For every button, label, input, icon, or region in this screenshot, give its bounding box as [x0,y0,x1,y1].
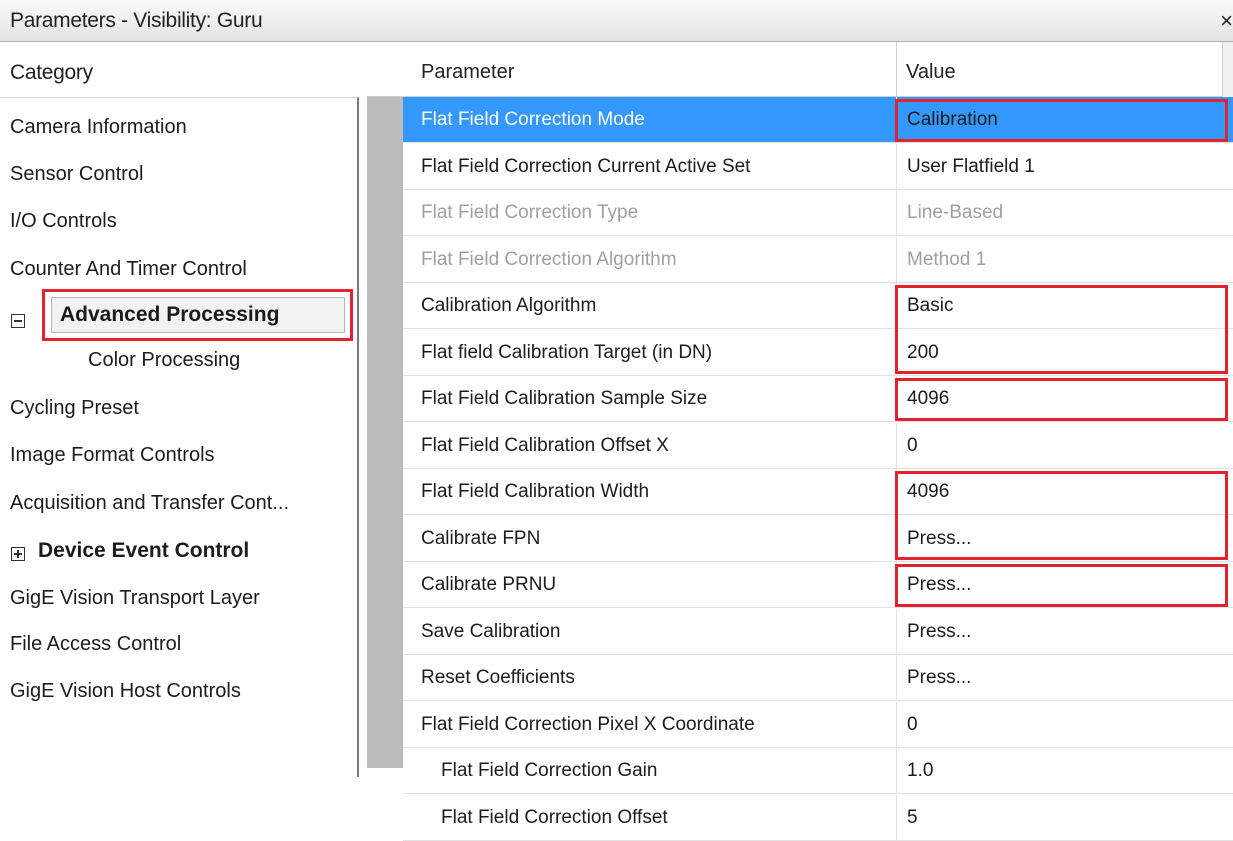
title-bar: Parameters - Visibility: Guru × [0,0,1233,42]
category-cycling-preset[interactable]: Cycling Preset [10,397,139,420]
grid-header: Parameter Value [367,42,1233,97]
category-color-processing[interactable]: Color Processing [88,349,240,372]
parameter-name: Reset Coefficients [421,667,575,688]
cell-divider [896,701,897,748]
parameter-value[interactable]: 1.0 [907,760,933,782]
window-title: Parameters - Visibility: Guru [10,9,263,32]
highlight-box [895,564,1228,607]
cell-divider [896,655,897,701]
cell-divider [896,236,897,283]
category-tree: Camera Information Sensor Control I/O Co… [0,97,359,777]
parameter-name: Flat Field Correction Offset [441,806,668,828]
category-panel: Category Camera Information Sensor Contr… [0,42,367,777]
highlight-box [895,285,1228,374]
parameter-name: Flat Field Correction Gain [441,760,658,781]
parameter-name: Calibrate PRNU [421,574,557,595]
category-advanced-processing-label: Advanced Processing [60,303,280,326]
parameter-value[interactable]: Method 1 [907,249,986,271]
collapse-icon[interactable] [11,314,25,328]
advanced-processing-highlight: Advanced Processing [42,289,353,341]
row-gutter [367,97,403,768]
parameter-name: Flat Field Correction Pixel X Coordinate [421,713,755,735]
parameter-column-header[interactable]: Parameter [421,61,514,84]
parameter-row[interactable]: Flat Field Calibration Offset X 0 [403,422,1233,469]
parameter-row[interactable]: Save Calibration Press... [403,608,1233,655]
parameter-row[interactable]: Flat Field Correction Pixel X Coordinate… [403,701,1233,748]
category-advanced-processing[interactable]: Advanced Processing [51,297,345,333]
category-device-event-control[interactable]: Device Event Control [38,539,249,563]
parameter-name: Flat Field Correction Mode [421,109,645,130]
close-icon[interactable]: × [1220,8,1233,34]
category-acquisition-transfer[interactable]: Acquisition and Transfer Cont... [10,492,289,515]
parameter-name: Flat Field Calibration Width [421,481,650,502]
category-gige-transport[interactable]: GigE Vision Transport Layer [10,587,260,610]
parameter-name: Flat Field Correction Algorithm [421,248,677,270]
cell-divider [896,190,897,236]
parameter-row[interactable]: Flat Field Correction Type Line-Based [403,190,1233,236]
highlight-box [895,99,1228,142]
parameter-name: Flat Field Calibration Offset X [421,434,669,456]
parameter-name: Flat Field Correction Current Active Set [421,155,751,177]
parameter-row[interactable]: Flat Field Correction Algorithm Method 1 [403,236,1233,283]
parameter-name: Calibration Algorithm [421,295,597,316]
category-image-format[interactable]: Image Format Controls [10,444,215,467]
category-gige-host[interactable]: GigE Vision Host Controls [10,680,241,703]
expand-icon[interactable] [11,547,25,561]
parameter-value[interactable]: Press... [907,621,971,643]
cell-divider [896,143,897,190]
parameter-name: Save Calibration [421,620,561,642]
parameter-name: Flat Field Calibration Sample Size [421,388,708,409]
parameter-name: Flat field Calibration Target (in DN) [421,341,713,363]
category-header: Category [0,42,367,97]
header-scroll-area [1222,42,1233,97]
cell-divider [896,748,897,794]
cell-divider [896,608,897,655]
value-column-header[interactable]: Value [906,61,956,84]
parameter-row[interactable]: Flat Field Correction Current Active Set… [403,143,1233,190]
parameter-value[interactable]: 0 [907,714,918,736]
parameter-value[interactable]: 5 [907,807,918,829]
parameter-row[interactable]: Flat Field Correction Offset 5 [403,794,1233,841]
parameter-value[interactable]: User Flatfield 1 [907,156,1035,178]
parameter-row[interactable]: Flat Field Correction Gain 1.0 [403,748,1233,794]
cell-divider [896,794,897,841]
highlight-box [895,378,1228,421]
category-camera-information[interactable]: Camera Information [10,116,187,139]
parameter-name: Flat Field Correction Type [421,202,639,223]
parameter-row[interactable]: Reset Coefficients Press... [403,655,1233,701]
cell-divider [896,422,897,469]
parameter-value[interactable]: 0 [907,435,918,457]
category-file-access[interactable]: File Access Control [10,633,181,656]
category-header-label: Category [10,61,93,84]
column-divider[interactable] [896,42,897,97]
category-counter-timer[interactable]: Counter And Timer Control [10,258,247,281]
parameter-name: Calibrate FPN [421,527,541,549]
category-io-controls[interactable]: I/O Controls [10,210,117,233]
parameter-value[interactable]: Press... [907,667,971,689]
highlight-box [895,471,1228,560]
category-sensor-control[interactable]: Sensor Control [10,163,143,186]
parameter-value[interactable]: Line-Based [907,202,1003,224]
